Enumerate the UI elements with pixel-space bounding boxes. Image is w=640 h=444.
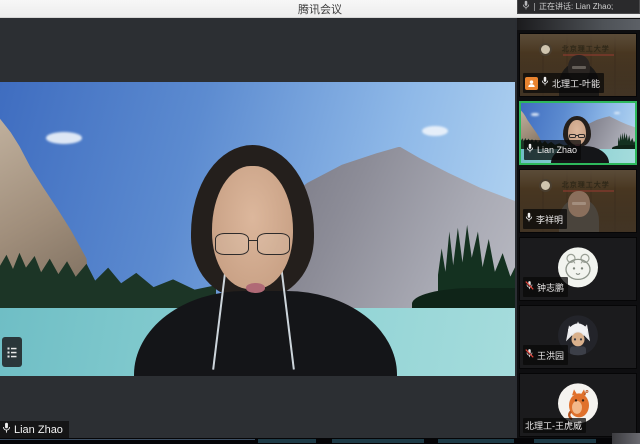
participant-name-chip: 北理工-王虎威 [523,418,586,433]
wall-text: 北京理工大学 [562,180,610,190]
person-glasses [215,233,290,255]
mic-icon [526,141,534,159]
member-list-icon [6,346,18,359]
person-mouth [246,283,265,292]
divider [534,3,535,11]
person-glasses [572,66,586,69]
person-glasses [572,202,586,205]
virtual-background-lake [0,82,515,376]
university-emblem [539,179,552,192]
desktop-edge-strip [0,438,640,444]
participant-name-chip: Lian Zhao [524,140,581,160]
desktop-corner [612,433,640,444]
wall-text: 北京理工大学 [562,44,610,54]
participant-tile[interactable]: 北理工-王虎威 [519,373,637,437]
participant-tile[interactable]: 王洪园 [519,305,637,369]
mic-icon [2,421,11,439]
university-emblem [539,43,552,56]
mic-muted-icon [525,278,534,296]
presenter-person-icon [525,77,538,90]
participant-name-chip: 李祥明 [523,209,567,229]
window-title: 腾讯会议 [298,1,342,17]
participant-name-chip: 钟志鹏 [523,277,568,297]
participant-tile[interactable]: 钟志鹏 [519,237,637,301]
main-participant-name: Lian Zhao [14,424,63,436]
participant-tile[interactable]: 北京理工大学 李祥明 [519,169,637,233]
participants-sidebar: 北京理工大学 北理工-叶能 [517,14,640,438]
mic-icon [522,0,530,16]
participant-name-chip: 王洪园 [523,345,568,365]
meeting-window: 腾讯会议 正在讲话: Lian Zhao; [0,0,640,444]
sidebar-top-edge [517,19,640,30]
mic-muted-icon [525,346,534,364]
speaking-indicator: 正在讲话: Lian Zhao; [517,0,640,14]
mic-icon [525,210,533,228]
participant-name-chip: 北理工-叶能 [523,73,604,93]
mic-icon [541,74,549,92]
main-video-lian-zhao[interactable] [0,82,515,376]
participant-tile[interactable]: 北京理工大学 北理工-叶能 [519,33,637,97]
main-name-chip: Lian Zhao [0,421,69,438]
cloud [46,132,82,144]
speaking-label: 正在讲话: Lian Zhao; [539,1,613,12]
participant-tile-active[interactable]: Lian Zhao [519,101,637,165]
person-face [212,166,292,289]
cloud [422,126,448,136]
main-stage: Lian Zhao [0,18,515,444]
member-list-toggle-button[interactable] [2,337,22,367]
